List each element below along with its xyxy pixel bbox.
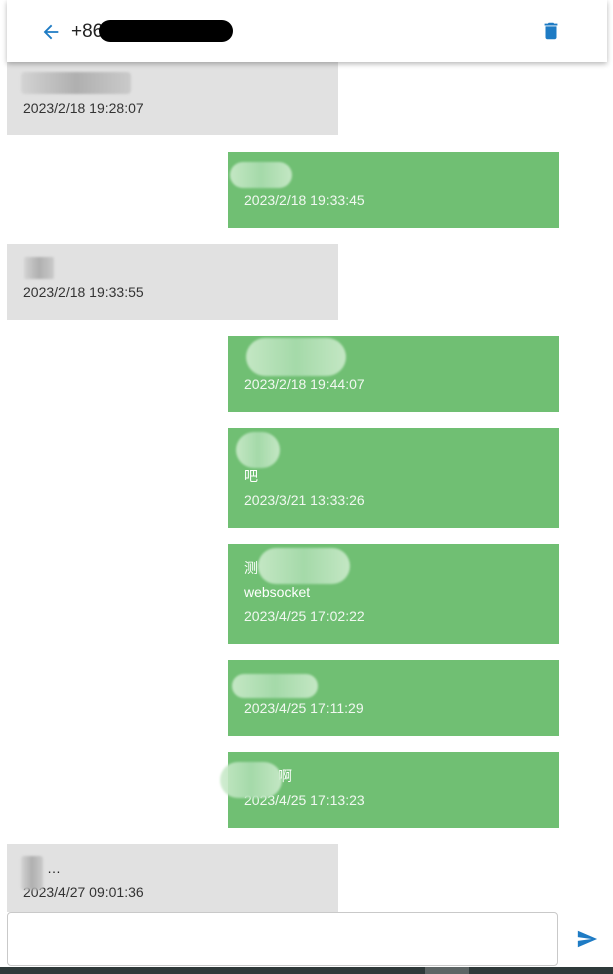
message-input-field[interactable] [7,912,558,966]
redacted-text [21,856,43,890]
message-time: 2023/2/18 19:28:07 [23,100,144,116]
message-time: 2023/4/25 17:02:22 [244,608,365,624]
taskbar-segment [425,967,469,974]
send-icon [577,930,598,948]
redacted-text [258,548,350,584]
message-time: 2023/2/18 19:33:45 [244,192,365,208]
message-time: 2023/4/25 17:11:29 [244,700,364,716]
message-text: … [47,860,61,876]
trash-icon [544,22,558,40]
message-list[interactable]: 2023/2/18 19:28:07 2023/2/18 19:33:45 20… [0,0,613,912]
taskbar-strip [0,967,613,974]
message-time: 2023/2/18 19:33:55 [23,284,144,300]
redacted-text [230,162,292,188]
conversation-header: +86 [7,0,607,62]
delete-conversation-button[interactable] [539,18,563,44]
message-incoming: … 2023/4/27 09:01:36 [7,844,338,912]
message-outgoing: 测 websocket 2023/4/25 17:02:22 [228,544,559,644]
redacted-text [232,674,318,698]
message-time: 2023/3/21 13:33:26 [244,492,365,508]
redacted-text [246,338,346,376]
message-input[interactable] [8,913,557,965]
message-incoming: 2023/2/18 19:28:07 [7,62,338,135]
message-text: 啊 [278,768,292,784]
message-incoming: 2023/2/18 19:33:55 [7,244,338,320]
message-outgoing: 啊 2023/4/25 17:13:23 [220,752,559,828]
message-outgoing: 2023/4/25 17:11:29 [228,660,559,736]
sms-conversation-screen: 2023/2/18 19:28:07 2023/2/18 19:33:45 20… [0,0,613,974]
message-outgoing: 吧 2023/3/21 13:33:26 [228,428,559,528]
message-outgoing: 2023/2/18 19:33:45 [228,152,559,228]
message-time: 2023/4/27 09:01:36 [23,884,144,900]
arrow-left-icon [43,24,59,40]
message-outgoing: 2023/2/18 19:44:07 [228,336,559,412]
redacted-text [220,762,282,798]
redacted-phone-number [99,20,233,42]
redacted-text [21,72,131,94]
message-text [23,256,322,280]
message-time: 2023/4/25 17:13:23 [244,792,365,808]
back-button[interactable] [37,18,65,46]
message-text: 吧 [244,468,258,484]
send-button[interactable] [574,927,600,951]
redacted-text [236,432,280,468]
redacted-text [24,257,54,279]
